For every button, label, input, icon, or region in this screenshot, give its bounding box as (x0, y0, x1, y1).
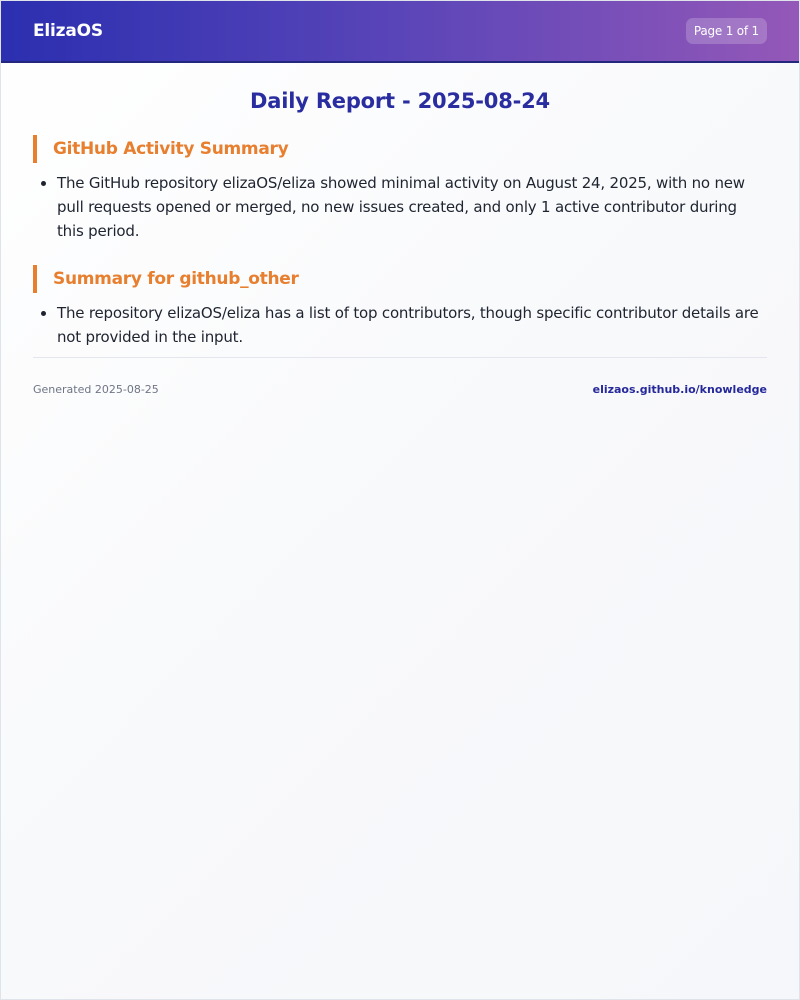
section-bullet-list: The repository elizaOS/eliza has a list … (33, 301, 767, 349)
list-item: The repository elizaOS/eliza has a list … (57, 301, 767, 349)
page-indicator-badge: Page 1 of 1 (685, 18, 767, 44)
knowledge-link[interactable]: elizaos.github.io/knowledge (593, 383, 767, 396)
footer-divider (33, 357, 767, 358)
page-header: ElizaOS Page 1 of 1 (1, 1, 799, 63)
section-bullet-list: The GitHub repository elizaOS/eliza show… (33, 171, 767, 243)
report-page: ElizaOS Page 1 of 1 Daily Report - 2025-… (0, 0, 800, 1000)
section-github-activity: GitHub Activity Summary The GitHub repos… (33, 135, 767, 243)
section-heading: Summary for github_other (33, 265, 767, 293)
generated-date: Generated 2025-08-25 (33, 383, 159, 396)
report-content: Daily Report - 2025-08-24 GitHub Activit… (1, 89, 799, 396)
section-github-other: Summary for github_other The repository … (33, 265, 767, 349)
section-heading: GitHub Activity Summary (33, 135, 767, 163)
page-footer: Generated 2025-08-25 elizaos.github.io/k… (33, 383, 767, 396)
report-title: Daily Report - 2025-08-24 (250, 89, 550, 113)
list-item: The GitHub repository elizaOS/eliza show… (57, 171, 767, 243)
brand-logo-text: ElizaOS (33, 21, 103, 41)
